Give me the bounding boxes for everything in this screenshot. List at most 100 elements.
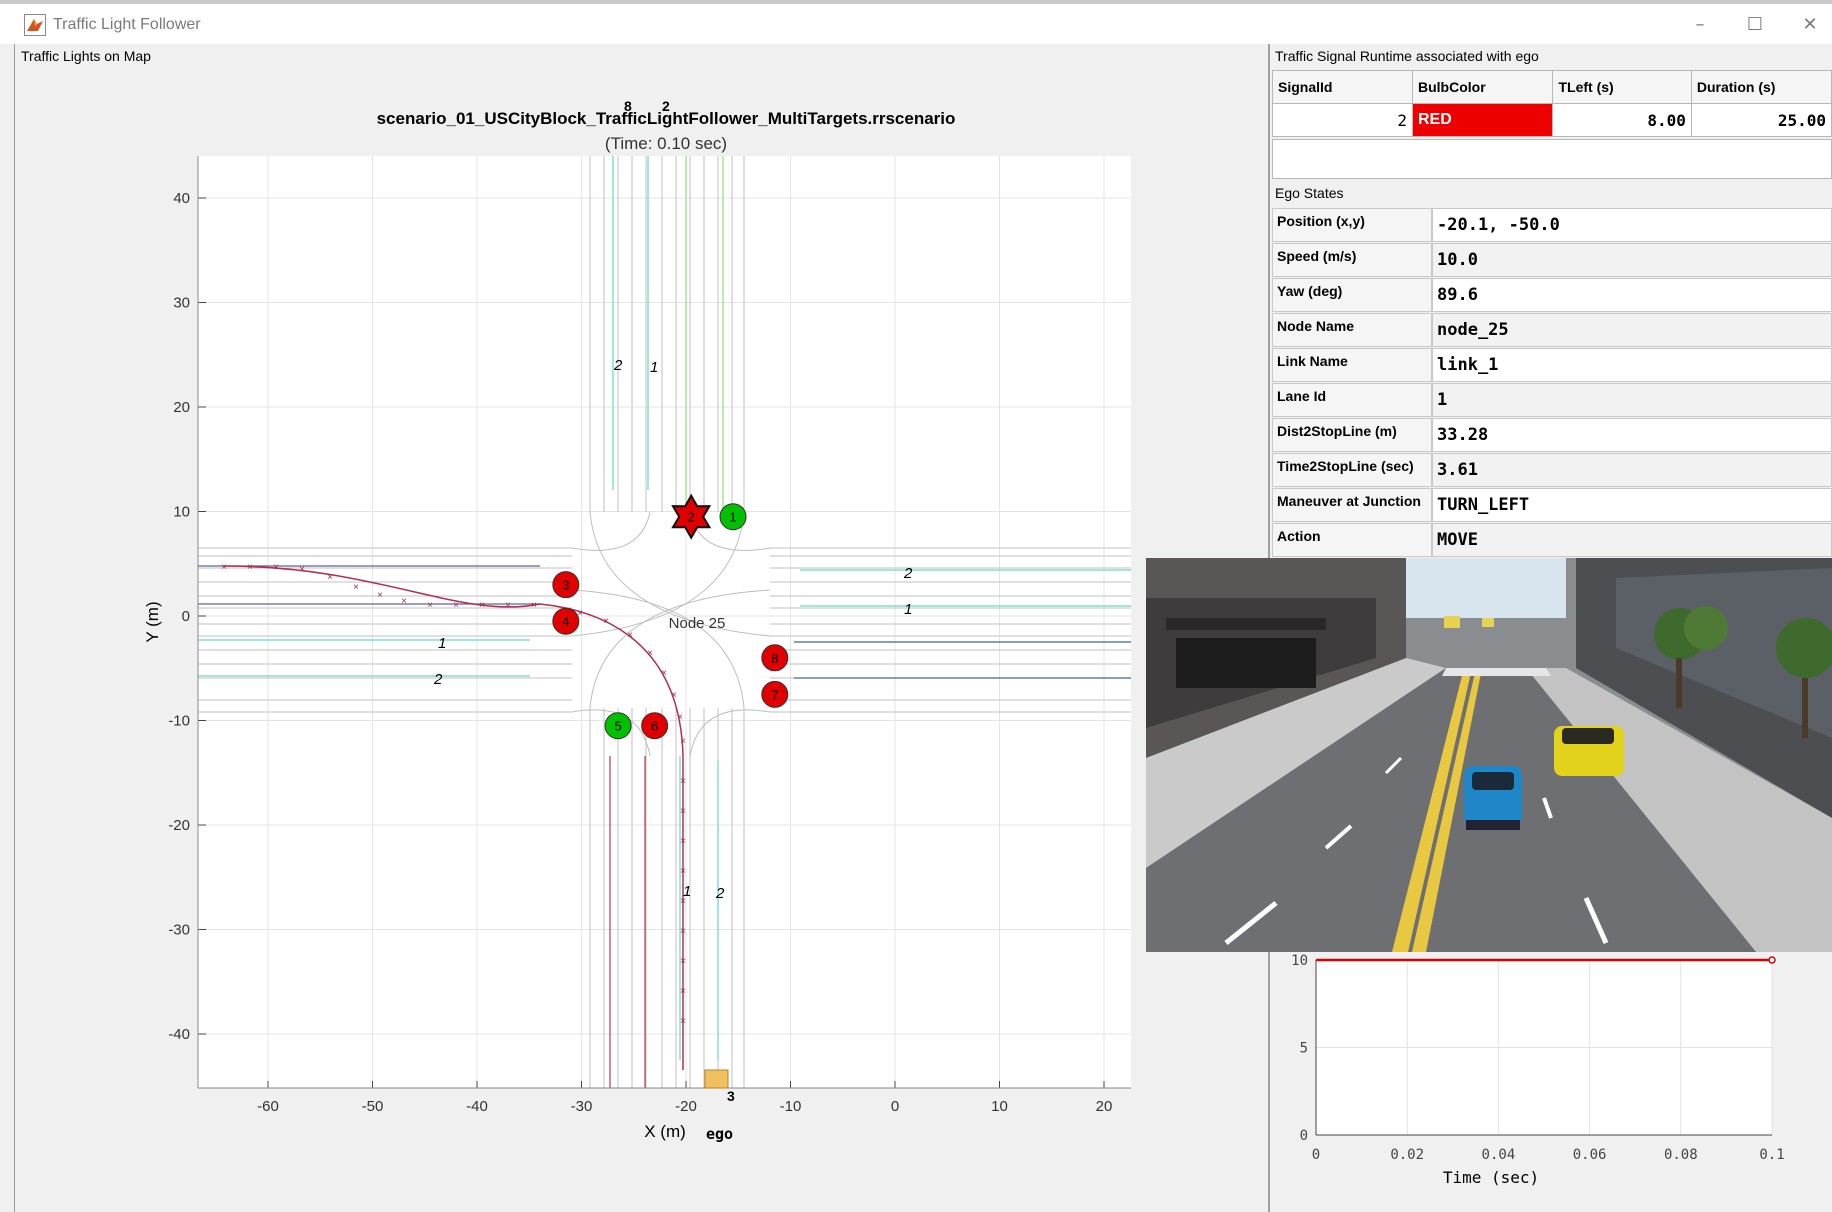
ego-panel-title: Ego States xyxy=(1275,185,1344,201)
ego-state-value[interactable]: 1 xyxy=(1432,383,1832,417)
signal-id-label: 2 xyxy=(688,510,695,525)
actor-label: 2 xyxy=(662,98,670,114)
lane-number: 2 xyxy=(903,565,913,582)
blue-car xyxy=(1464,766,1522,830)
window-title: Traffic Light Follower xyxy=(53,16,201,33)
speed-point xyxy=(1768,956,1776,964)
trajectory-marker: × xyxy=(661,668,667,679)
lane-number: 1 xyxy=(683,883,691,900)
y-tick-label: 10 xyxy=(173,504,190,521)
trajectory-marker: × xyxy=(427,600,433,611)
speed-x-tick-label: 0 xyxy=(1312,1147,1320,1163)
ego-state-label: Time2StopLine (sec) xyxy=(1272,453,1432,487)
yellow-car xyxy=(1554,726,1624,776)
trajectory-marker: × xyxy=(479,600,485,611)
trajectory-marker: × xyxy=(680,956,686,967)
speed-x-tick-label: 0.02 xyxy=(1390,1147,1424,1163)
y-tick-label: 30 xyxy=(173,295,190,312)
duration-cell[interactable]: 25.00 xyxy=(1690,103,1832,137)
ego-state-label: Yaw (deg) xyxy=(1272,278,1432,312)
maximize-button[interactable]: ☐ xyxy=(1740,12,1770,38)
trajectory-marker: × xyxy=(247,562,253,573)
speed-x-axis-label: Time (sec) xyxy=(1443,1168,1539,1187)
actor-label: 3 xyxy=(727,1088,735,1104)
lane-number: 1 xyxy=(650,359,658,376)
signal-id-label: 4 xyxy=(562,614,569,629)
lane-number: 1 xyxy=(904,601,912,618)
plot-axes xyxy=(198,156,1131,1088)
x-tick-label: -50 xyxy=(362,1098,384,1115)
minimize-button[interactable]: – xyxy=(1685,12,1715,38)
lane-number: 2 xyxy=(433,671,443,688)
ego-state-label: Dist2StopLine (m) xyxy=(1272,418,1432,452)
ego-state-label: Position (x,y) xyxy=(1272,208,1432,242)
signal-id-label: 3 xyxy=(562,578,569,593)
ego-state-value[interactable]: 10.0 xyxy=(1432,243,1832,277)
x-tick-label: -60 xyxy=(257,1098,279,1115)
trajectory-marker: × xyxy=(531,600,537,611)
y-tick-label: -10 xyxy=(168,713,190,730)
y-tick-label: -30 xyxy=(168,922,190,939)
signal-table-header: SignalId BulbColor TLeft (s) Duration (s… xyxy=(1272,70,1832,104)
bulb-color-cell[interactable]: RED xyxy=(1411,103,1554,137)
trajectory-marker: × xyxy=(647,648,653,659)
t-left-cell[interactable]: 8.00 xyxy=(1552,103,1692,137)
ego-state-label: Maneuver at Junction xyxy=(1272,488,1432,522)
table-row[interactable]: 2 RED 8.00 25.00 xyxy=(1272,103,1832,137)
y-tick-label: 0 xyxy=(182,608,190,625)
ego-state-value[interactable]: -20.1, -50.0 xyxy=(1432,208,1832,242)
trajectory-marker: × xyxy=(327,572,333,583)
node-label: Node 25 xyxy=(669,615,726,632)
speed-y-tick-label: 10 xyxy=(1291,953,1308,969)
close-button[interactable]: ✕ xyxy=(1795,12,1825,38)
y-tick-label: -40 xyxy=(168,1026,190,1043)
trajectory-marker: × xyxy=(671,690,677,701)
column-header[interactable]: SignalId xyxy=(1272,70,1413,104)
ego-state-value[interactable]: MOVE xyxy=(1432,523,1832,557)
speed-y-tick-label: 5 xyxy=(1300,1041,1308,1057)
ego-state-value[interactable]: link_1 xyxy=(1432,348,1832,382)
actor-label: 8 xyxy=(624,98,632,114)
trajectory-marker: × xyxy=(603,616,609,627)
speed-x-tick-label: 0.1 xyxy=(1759,1147,1784,1163)
ego-state-label: Link Name xyxy=(1272,348,1432,382)
ego-state-value[interactable]: TURN_LEFT xyxy=(1432,488,1832,522)
signal-table: SignalId BulbColor TLeft (s) Duration (s… xyxy=(1272,70,1832,137)
app-window: Traffic Light Follower – ☐ ✕ Traffic Lig… xyxy=(0,0,1832,1212)
signal-table-empty-area xyxy=(1272,139,1832,179)
trajectory-marker: × xyxy=(680,806,686,817)
signal-id-label: 6 xyxy=(651,719,658,734)
speed-x-tick-label: 0.06 xyxy=(1573,1147,1607,1163)
x-tick-label: -20 xyxy=(675,1098,697,1115)
title-bar: Traffic Light Follower – ☐ ✕ xyxy=(0,0,1832,44)
ego-state-value[interactable]: 33.28 xyxy=(1432,418,1832,452)
trajectory-marker: × xyxy=(401,596,407,607)
x-tick-label: 20 xyxy=(1096,1098,1113,1115)
x-tick-label: 0 xyxy=(891,1098,899,1115)
signal-id-cell[interactable]: 2 xyxy=(1272,103,1413,137)
speed-plot[interactable]: 0 0.02 0.04 0.06 0.08 0.1 10 5 0 Time (sec) xyxy=(1272,950,1832,1212)
x-axis-label: X (m) xyxy=(644,1122,686,1141)
column-header[interactable]: TLeft (s) xyxy=(1552,70,1692,104)
trajectory-marker: × xyxy=(505,600,511,611)
map-plot[interactable]: scenario_01_USCityBlock_TrafficLightFoll… xyxy=(15,60,1269,1210)
signal-id-label: 1 xyxy=(729,510,736,525)
plot-subtitle: (Time: 0.10 sec) xyxy=(605,134,727,153)
speed-x-tick-label: 0.04 xyxy=(1482,1147,1516,1163)
column-header[interactable]: BulbColor xyxy=(1411,70,1554,104)
ego-state-label: Node Name xyxy=(1272,313,1432,347)
ego-state-label: Speed (m/s) xyxy=(1272,243,1432,277)
column-header[interactable]: Duration (s) xyxy=(1690,70,1832,104)
trajectory-marker: × xyxy=(677,712,683,723)
y-tick-label: -20 xyxy=(168,817,190,834)
actor-vehicle xyxy=(704,1069,729,1089)
trajectory-marker: × xyxy=(680,776,686,787)
ego-state-value[interactable]: 89.6 xyxy=(1432,278,1832,312)
ego-state-value[interactable]: 3.61 xyxy=(1432,453,1832,487)
scene-3d-view[interactable] xyxy=(1146,558,1832,952)
speed-x-tick-label: 0.08 xyxy=(1664,1147,1698,1163)
ego-state-value[interactable]: node_25 xyxy=(1432,313,1832,347)
lane-number: 2 xyxy=(715,885,725,902)
trajectory-marker: × xyxy=(680,926,686,937)
y-tick-label: 20 xyxy=(173,399,190,416)
